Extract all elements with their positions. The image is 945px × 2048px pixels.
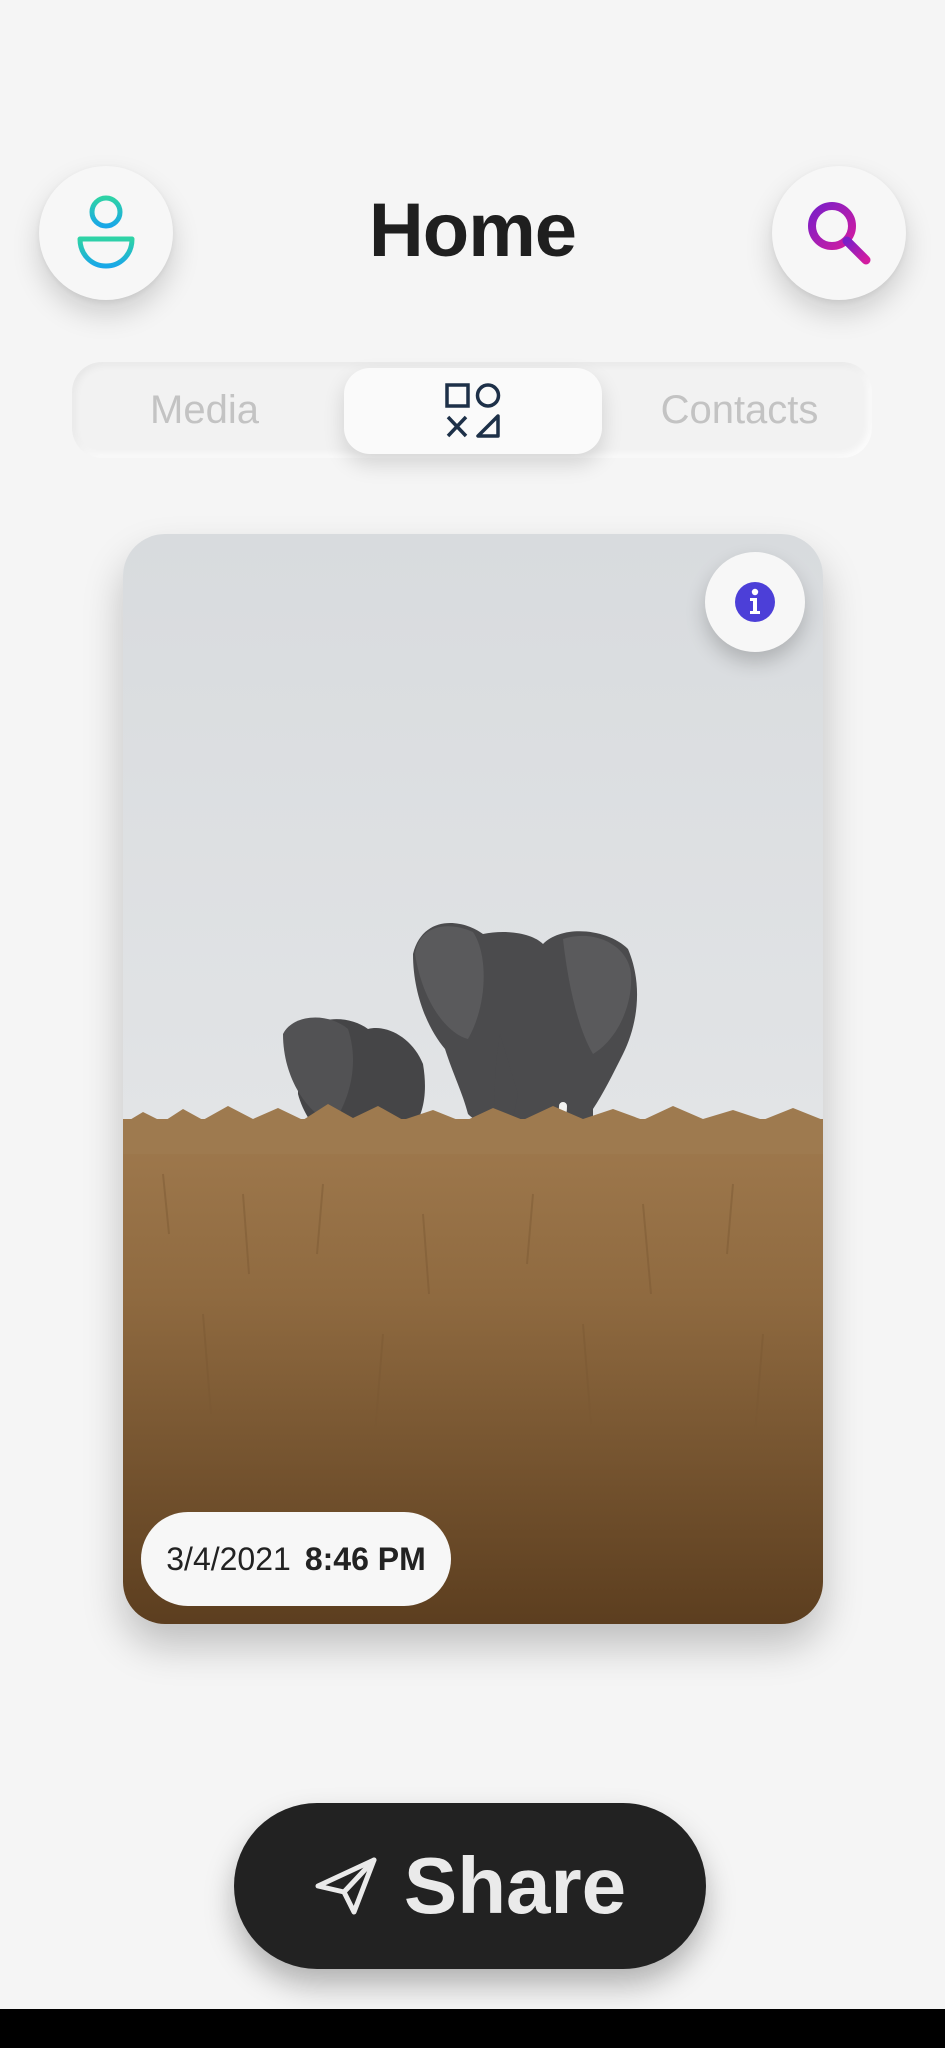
info-button[interactable]: [705, 552, 805, 652]
search-button[interactable]: [772, 166, 906, 300]
elephants-photo: [123, 534, 823, 1624]
photo-time: 8:46 PM: [304, 1540, 426, 1577]
send-icon: [315, 1857, 377, 1915]
photo-date: 3/4/2021: [166, 1540, 291, 1577]
tab-media[interactable]: Media: [72, 362, 337, 458]
tab-games[interactable]: [344, 368, 602, 454]
tab-contacts-label: Contacts: [660, 387, 819, 432]
tab-bar: Media Contacts: [72, 362, 872, 458]
share-button-label: Share: [403, 1841, 627, 1930]
search-icon: [808, 202, 871, 265]
photo-card[interactable]: 3/4/2021 8:46 PM: [123, 534, 823, 1624]
system-navigation-bar: [0, 2009, 945, 2048]
shapes-icon: [445, 383, 501, 438]
info-icon: [735, 582, 775, 622]
share-button[interactable]: Share: [234, 1803, 706, 1969]
tab-media-label: Media: [150, 387, 259, 432]
tab-contacts[interactable]: Contacts: [607, 362, 872, 458]
timestamp-badge: 3/4/2021 8:46 PM: [141, 1512, 451, 1606]
